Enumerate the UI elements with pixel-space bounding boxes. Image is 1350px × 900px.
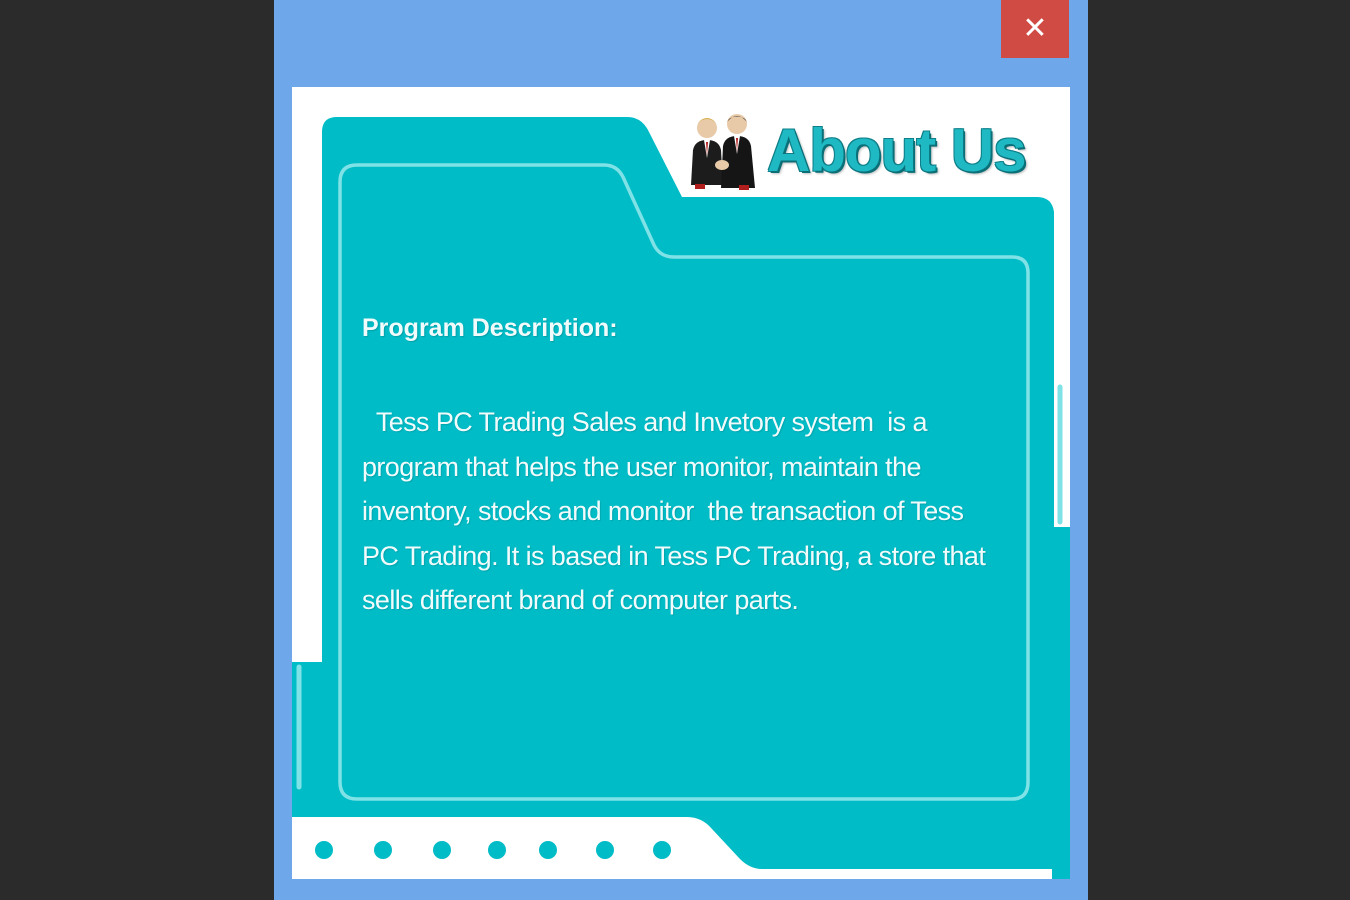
dot (488, 841, 506, 859)
program-description-heading: Program Description: (362, 314, 618, 342)
about-heading: About Us (687, 105, 1027, 195)
dot (653, 841, 671, 859)
about-window: ✕ About Us Program Description: Tess PC … (274, 0, 1088, 900)
close-icon: ✕ (1022, 11, 1048, 46)
dot (433, 841, 451, 859)
program-description-text: Tess PC Trading Sales and Invetory syste… (362, 407, 993, 615)
dot (596, 841, 614, 859)
about-panel: About Us Program Description: Tess PC Tr… (292, 87, 1070, 879)
business-people-icon (691, 114, 755, 190)
close-button[interactable]: ✕ (1001, 0, 1069, 58)
about-us-title: About Us (767, 116, 1027, 184)
dot (539, 841, 557, 859)
dot (315, 841, 333, 859)
dot (374, 841, 392, 859)
